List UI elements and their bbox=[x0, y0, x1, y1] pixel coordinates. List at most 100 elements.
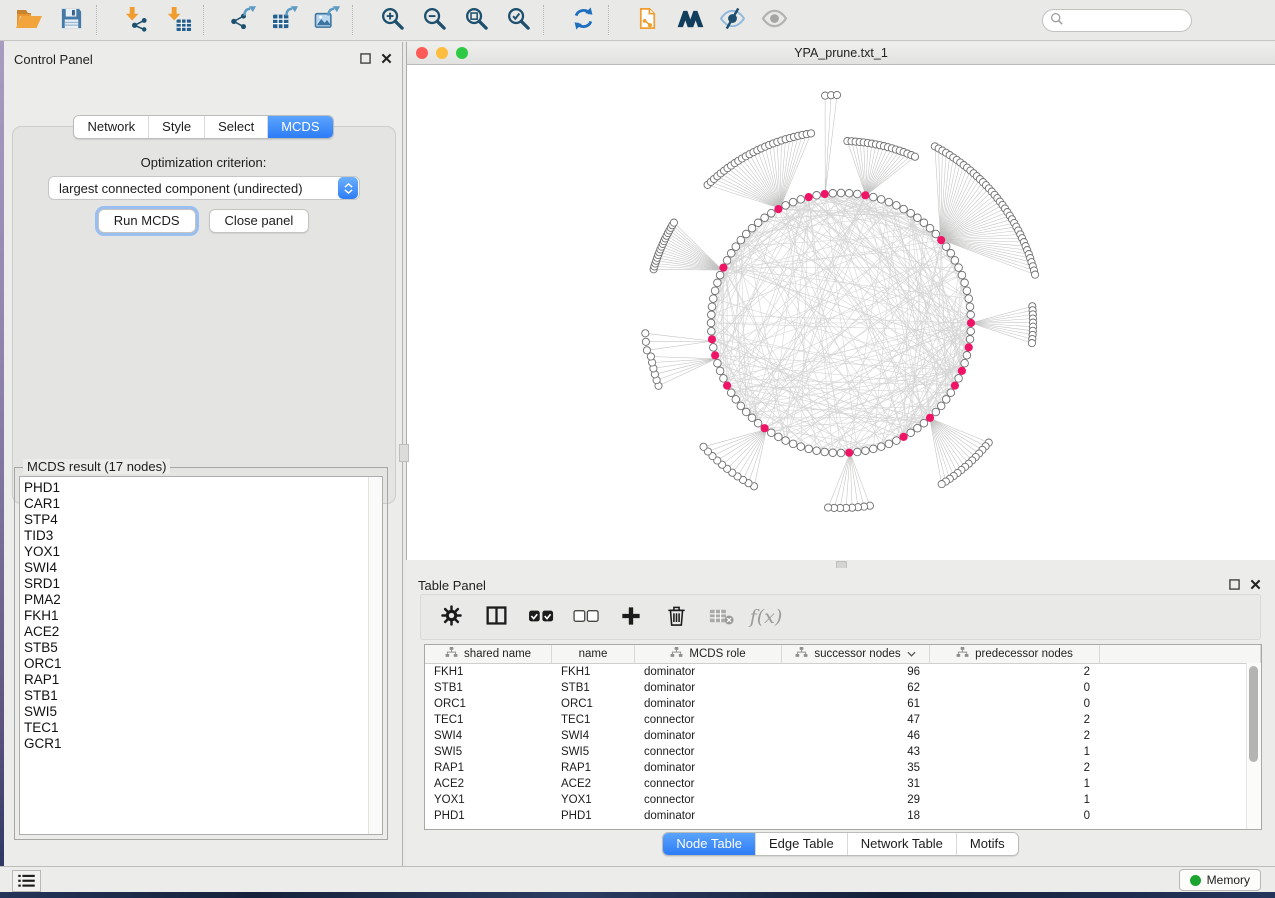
cell-shared-name: SWI5 bbox=[425, 744, 552, 760]
column-header-shared-name[interactable]: shared name bbox=[425, 645, 552, 663]
tab-select[interactable]: Select bbox=[204, 116, 267, 138]
tab-motifs[interactable]: Motifs bbox=[956, 833, 1018, 855]
zoom-in-button[interactable] bbox=[371, 3, 413, 37]
float-panel-icon[interactable] bbox=[360, 52, 371, 67]
eye-slash-icon bbox=[719, 7, 746, 33]
table-scrollbar-thumb[interactable] bbox=[1249, 666, 1258, 762]
folder-open-icon bbox=[15, 7, 43, 34]
table-options-button[interactable] bbox=[437, 603, 465, 631]
cell-mcds-role: dominator bbox=[635, 664, 782, 680]
cell-name: ORC1 bbox=[552, 696, 635, 712]
find-neighbors-button[interactable] bbox=[669, 3, 711, 37]
import-table-from-file-button[interactable] bbox=[157, 3, 199, 37]
cell-mcds-role: dominator bbox=[635, 728, 782, 744]
dropdown-stepper-icon bbox=[338, 177, 358, 199]
mcds-result-node[interactable]: GCR1 bbox=[20, 736, 382, 752]
mcds-result-node[interactable]: STB1 bbox=[20, 688, 382, 704]
table-row[interactable]: SWI5SWI5connector431 bbox=[425, 744, 1261, 760]
mcds-result-node[interactable]: FKH1 bbox=[20, 608, 382, 624]
search-icon bbox=[1050, 12, 1064, 29]
table-delete-icon bbox=[709, 606, 734, 629]
mcds-result-node[interactable]: CAR1 bbox=[20, 496, 382, 512]
mcds-result-list[interactable]: PHD1CAR1STP4TID3YOX1SWI4SRD1PMA2FKH1ACE2… bbox=[19, 476, 383, 835]
zoom-fit-button[interactable] bbox=[455, 3, 497, 37]
deselect-all-rows-button[interactable] bbox=[572, 603, 600, 631]
mcds-result-node[interactable]: SWI5 bbox=[20, 704, 382, 720]
show-columns-button[interactable] bbox=[482, 603, 510, 631]
mcds-result-node[interactable]: YOX1 bbox=[20, 544, 382, 560]
tab-edge-table[interactable]: Edge Table bbox=[755, 833, 847, 855]
close-panel-button[interactable]: Close panel bbox=[209, 209, 310, 233]
criterion-dropdown[interactable]: largest connected component (undirected) bbox=[48, 176, 360, 200]
create-column-button[interactable] bbox=[617, 603, 645, 631]
mcds-result-node[interactable]: RAP1 bbox=[20, 672, 382, 688]
table-row[interactable]: PHD1PHD1dominator180 bbox=[425, 808, 1261, 824]
table-scrollbar[interactable] bbox=[1246, 663, 1261, 829]
network-window-titlebar[interactable]: YPA_prune.txt_1 bbox=[407, 42, 1275, 65]
close-panel-icon[interactable] bbox=[381, 52, 392, 67]
float-table-panel-icon[interactable] bbox=[1229, 578, 1240, 593]
main-toolbar bbox=[0, 0, 1275, 41]
column-label: MCDS role bbox=[689, 648, 745, 660]
search-input[interactable] bbox=[1064, 12, 1223, 28]
memory-button[interactable]: Memory bbox=[1179, 869, 1261, 891]
mcds-result-node[interactable]: SWI4 bbox=[20, 560, 382, 576]
column-header-predecessor-nodes[interactable]: predecessor nodes bbox=[930, 645, 1100, 663]
select-all-rows-button[interactable] bbox=[527, 603, 555, 631]
export-image-button[interactable] bbox=[306, 3, 348, 37]
panel-splitter-handle[interactable] bbox=[399, 444, 409, 462]
mcds-result-node[interactable]: TEC1 bbox=[20, 720, 382, 736]
close-table-panel-icon[interactable] bbox=[1250, 578, 1261, 593]
mcds-result-node[interactable]: PHD1 bbox=[20, 480, 382, 496]
apply-layout-button[interactable] bbox=[562, 3, 604, 37]
table-row[interactable]: YOX1YOX1connector291 bbox=[425, 792, 1261, 808]
table-row[interactable]: ACE2ACE2connector311 bbox=[425, 776, 1261, 792]
zoom-selected-button[interactable] bbox=[497, 3, 539, 37]
tab-network[interactable]: Network bbox=[74, 116, 148, 138]
table-row[interactable]: TEC1TEC1connector472 bbox=[425, 712, 1261, 728]
column-header-successor-nodes[interactable]: successor nodes bbox=[782, 645, 930, 663]
zoom-out-button[interactable] bbox=[413, 3, 455, 37]
tab-node-table[interactable]: Node Table bbox=[663, 833, 755, 855]
table-row[interactable]: ORC1ORC1dominator610 bbox=[425, 696, 1261, 712]
delete-column-button[interactable] bbox=[662, 603, 690, 631]
mcds-result-node[interactable]: STP4 bbox=[20, 512, 382, 528]
run-mcds-button[interactable]: Run MCDS bbox=[98, 209, 196, 233]
cell-successor-nodes: 29 bbox=[782, 792, 930, 808]
column-header-name[interactable]: name bbox=[552, 645, 635, 663]
tab-network-table[interactable]: Network Table bbox=[847, 833, 956, 855]
save-session-button[interactable] bbox=[50, 3, 92, 37]
search-box[interactable] bbox=[1042, 9, 1192, 32]
hide-selected-button[interactable] bbox=[711, 3, 753, 37]
table-row[interactable]: SWI4SWI4dominator462 bbox=[425, 728, 1261, 744]
open-file-button[interactable] bbox=[8, 3, 50, 37]
horizontal-splitter[interactable] bbox=[406, 560, 1275, 568]
box-pair-icon bbox=[573, 608, 600, 627]
mcds-result-node[interactable]: SRD1 bbox=[20, 576, 382, 592]
network-view-window: YPA_prune.txt_1 bbox=[406, 42, 1275, 560]
export-table-button[interactable] bbox=[264, 3, 306, 37]
export-network-button[interactable] bbox=[222, 3, 264, 37]
mcds-result-node[interactable]: PMA2 bbox=[20, 592, 382, 608]
network-canvas[interactable] bbox=[407, 65, 1275, 561]
table-row[interactable]: STB1STB1dominator620 bbox=[425, 680, 1261, 696]
cell-shared-name: STB1 bbox=[425, 680, 552, 696]
import-network-from-file-button[interactable] bbox=[115, 3, 157, 37]
column-header-mcds-role[interactable]: MCDS role bbox=[635, 645, 782, 663]
optimization-criterion-label: Optimization criterion: bbox=[4, 155, 403, 170]
task-history-button[interactable] bbox=[12, 870, 41, 892]
table-panel: Table Panel f(x) shared namenameMCDS rol… bbox=[406, 568, 1275, 866]
mcds-result-node[interactable]: TID3 bbox=[20, 528, 382, 544]
network-snapshot-button[interactable] bbox=[627, 3, 669, 37]
export-image-icon bbox=[314, 6, 341, 34]
snapshot-icon bbox=[636, 6, 661, 34]
delete-table-button bbox=[707, 603, 735, 631]
tab-mcds[interactable]: MCDS bbox=[267, 116, 332, 138]
mcds-result-node[interactable]: ORC1 bbox=[20, 656, 382, 672]
mcds-result-node[interactable]: STB5 bbox=[20, 640, 382, 656]
tab-style[interactable]: Style bbox=[148, 116, 204, 138]
table-row[interactable]: RAP1RAP1dominator352 bbox=[425, 760, 1261, 776]
mcds-result-node[interactable]: ACE2 bbox=[20, 624, 382, 640]
result-list-scrollbar[interactable] bbox=[368, 477, 382, 834]
table-row[interactable]: FKH1FKH1dominator962 bbox=[425, 664, 1261, 680]
